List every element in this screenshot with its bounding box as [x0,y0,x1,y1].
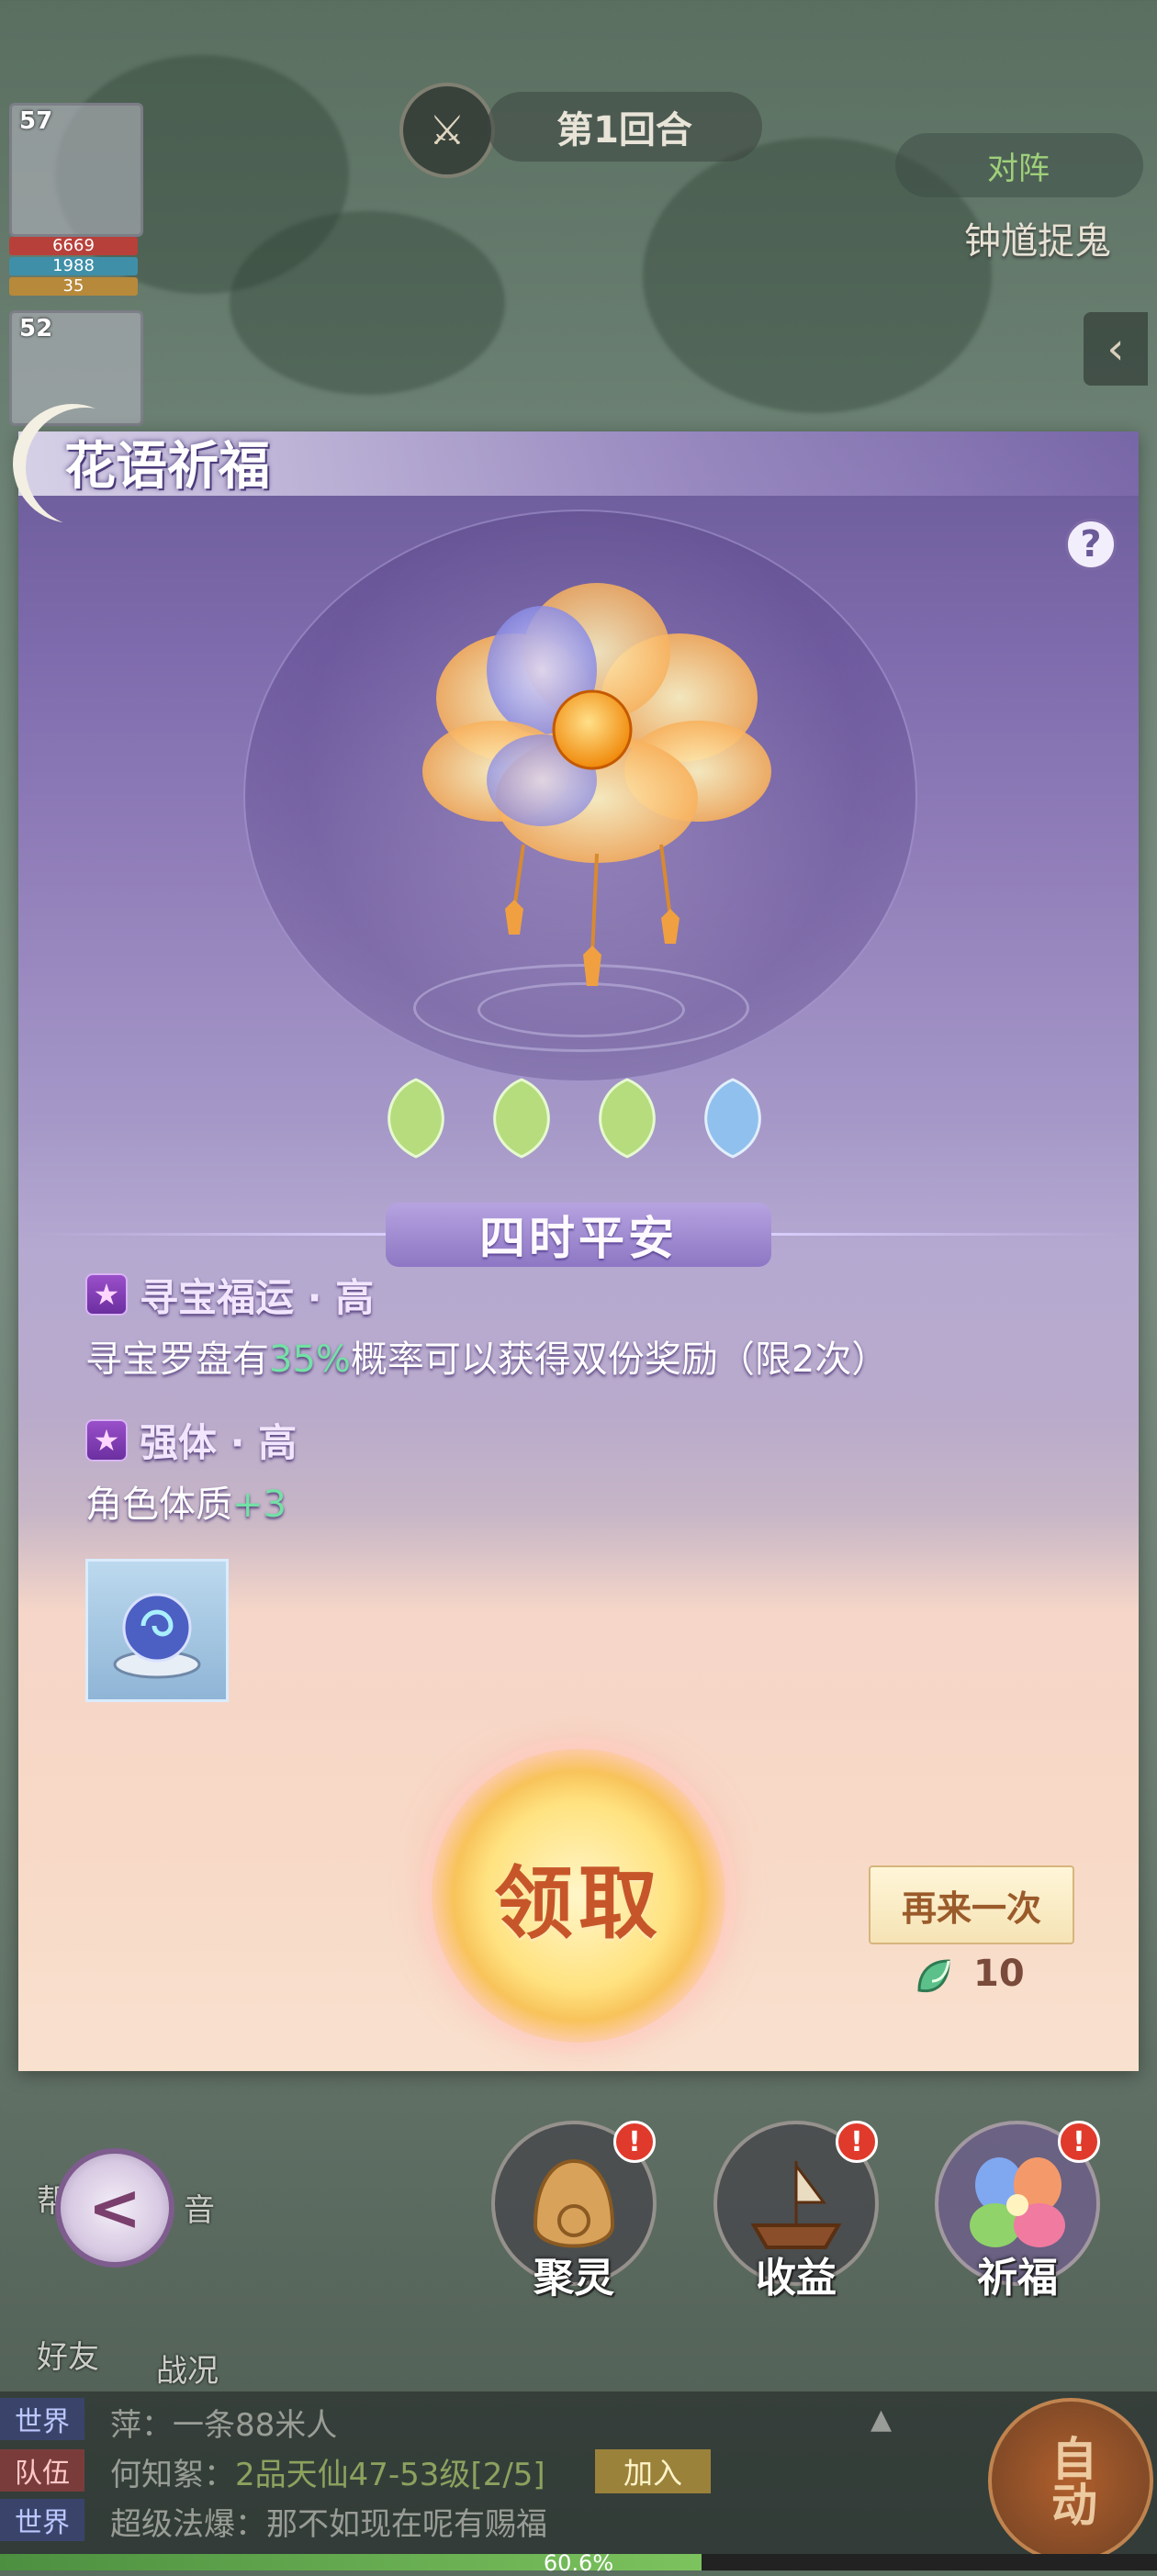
gather-spirit-label: 聚灵 [534,2255,614,2302]
attribute-title: 强体 · 高 [140,1420,298,1465]
star-attribute-icon: ★ [85,1273,128,1316]
petal-token-icon [493,1078,550,1159]
attribute-desc-text: 概率可以获得双份奖励（限2次） [350,1338,889,1381]
join-team-button[interactable]: 加入 [595,2449,711,2493]
attribute-desc-value: +3 [232,1484,286,1526]
back-button[interactable]: < [55,2148,174,2268]
hero-portrait[interactable]: 57 [9,103,143,237]
income-label: 收益 [756,2255,837,2302]
attribute-desc-value: 35% [269,1338,351,1381]
attribute-desc-text: 角色体质 [85,1484,232,1526]
hero-hp-bar: 6669 [9,237,138,255]
petal-token-icon [704,1078,761,1159]
blessing-name-banner: 四时平安 [386,1203,771,1267]
chat-channel-tag: 世界 [0,2398,84,2440]
chat-message: 超级法爆：那不如现在呢有赐福 [110,2499,547,2544]
background-foliage [230,211,505,395]
banner-divider [37,1233,386,1236]
petal-token-icon [599,1078,656,1159]
chat-message: 萍：一条88米人 [110,2400,337,2445]
attribute-description: 寻宝罗盘有35%概率可以获得双份奖励（限2次） [85,1329,888,1383]
try-again-button[interactable]: 再来一次 [869,1865,1074,1944]
chat-channel-tag: 队伍 [0,2449,84,2492]
notification-badge: ! [836,2121,878,2163]
petal-currency-icon [917,1959,950,1993]
hero-level: 57 [19,107,53,135]
claim-button[interactable]: 领取 [432,1749,725,2043]
chat-highlight: 2品天仙47-53级[2/5] [235,2457,545,2493]
battle-status-button[interactable]: 战况 [156,2346,219,2391]
vs-panel[interactable]: 对阵 [895,133,1143,197]
crossed-swords-icon: ⚔ [399,83,495,178]
round-indicator: 第1回合 [487,92,762,162]
chat-text: 何知絮： [110,2457,235,2493]
side-menu-label[interactable]: 音 [184,2185,215,2230]
chat-text: 超级法爆：那不如现在呢有赐福 [110,2506,547,2543]
chat-text: 萍：一条88米人 [110,2407,338,2444]
help-button[interactable]: ? [1065,519,1117,570]
hero-anger-bar: 35 [9,277,138,296]
boss-name: 钟馗捉鬼 [964,220,1111,263]
chat-expand-icon[interactable]: ▲ [871,2403,892,2436]
claim-label: 领取 [494,1856,663,1950]
attribute-desc-text: 寻宝罗盘有 [85,1338,269,1381]
experience-percent: 60.6% [543,2550,614,2576]
attribute-title: 寻宝福运 · 高 [140,1275,375,1320]
notification-badge: ! [1058,2121,1100,2163]
petal-token-icon [388,1078,444,1159]
chat-message: 何知絮：2品天仙47-53级[2/5] [110,2449,545,2494]
friends-button[interactable]: 好友 [37,2332,99,2377]
cost-value: 10 [973,1953,1025,1995]
auto-battle-button[interactable]: 自动 [988,2398,1153,2563]
blessing-label: 祈福 [977,2255,1058,2302]
flower-lantern-image [422,583,771,986]
attribute-description: 角色体质+3 [85,1474,286,1528]
collapse-arrow-icon[interactable]: ‹ [1084,312,1148,386]
banner-divider [771,1233,1120,1236]
compass-orb-icon [113,1593,201,1679]
vs-label: 对阵 [987,150,1050,187]
star-attribute-icon: ★ [85,1419,128,1462]
chat-channel-tag: 世界 [0,2499,84,2541]
hero-level: 52 [19,315,53,342]
reward-item-slot[interactable] [85,1559,229,1702]
hero-mp-bar: 1988 [9,257,138,275]
notification-badge: ! [613,2121,656,2163]
panel-title: 花语祈福 [64,437,270,497]
